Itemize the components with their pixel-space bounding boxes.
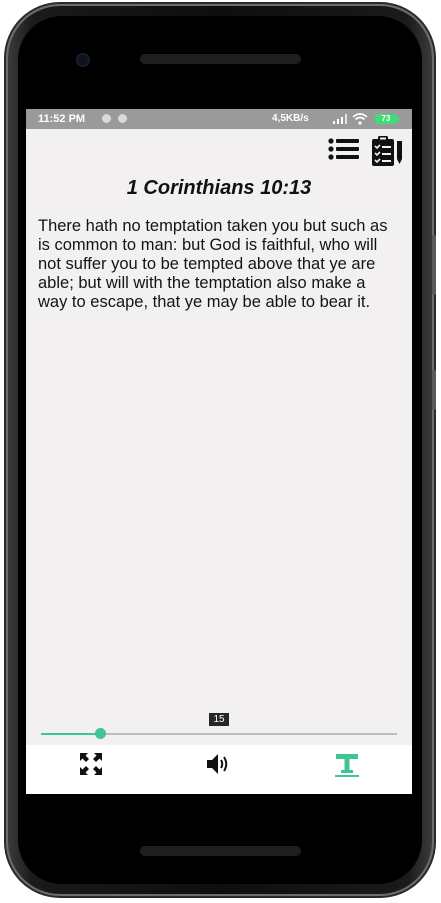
signal-strength-icon	[333, 114, 347, 124]
volume-button	[432, 235, 436, 295]
expand-arrows-icon[interactable]	[79, 752, 103, 776]
wifi-icon	[352, 113, 368, 125]
list-icon[interactable]	[328, 137, 360, 163]
font-size-slider-fill	[41, 733, 101, 735]
notification-dot-icon	[102, 114, 111, 123]
status-time: 11:52 PM	[38, 113, 86, 125]
verse-reference-title: 1 Corinthians 10:13	[126, 177, 312, 199]
speaker-icon[interactable]	[206, 752, 232, 776]
earpiece-speaker	[140, 54, 301, 64]
front-camera	[76, 53, 90, 67]
font-size-value-label: 15	[209, 713, 229, 726]
battery-tip	[397, 117, 399, 121]
clipboard-checklist-icon[interactable]	[370, 135, 404, 167]
network-speed: 4,5KB/s	[272, 113, 309, 124]
app-screen: 11:52 PM 4,5KB/s 73 1 Corinthians 10:13 …	[26, 109, 412, 794]
font-size-slider-thumb[interactable]	[94, 728, 106, 739]
power-button	[432, 370, 436, 410]
notification-dot-icon	[118, 114, 127, 123]
text-format-icon[interactable]	[334, 752, 360, 778]
bottom-speaker	[140, 846, 301, 856]
battery-icon: 73	[375, 114, 397, 124]
bottom-navigation-bar	[26, 745, 412, 794]
status-bar: 11:52 PM 4,5KB/s 73	[26, 109, 412, 129]
verse-text: There hath no temptation taken you but s…	[38, 217, 388, 311]
